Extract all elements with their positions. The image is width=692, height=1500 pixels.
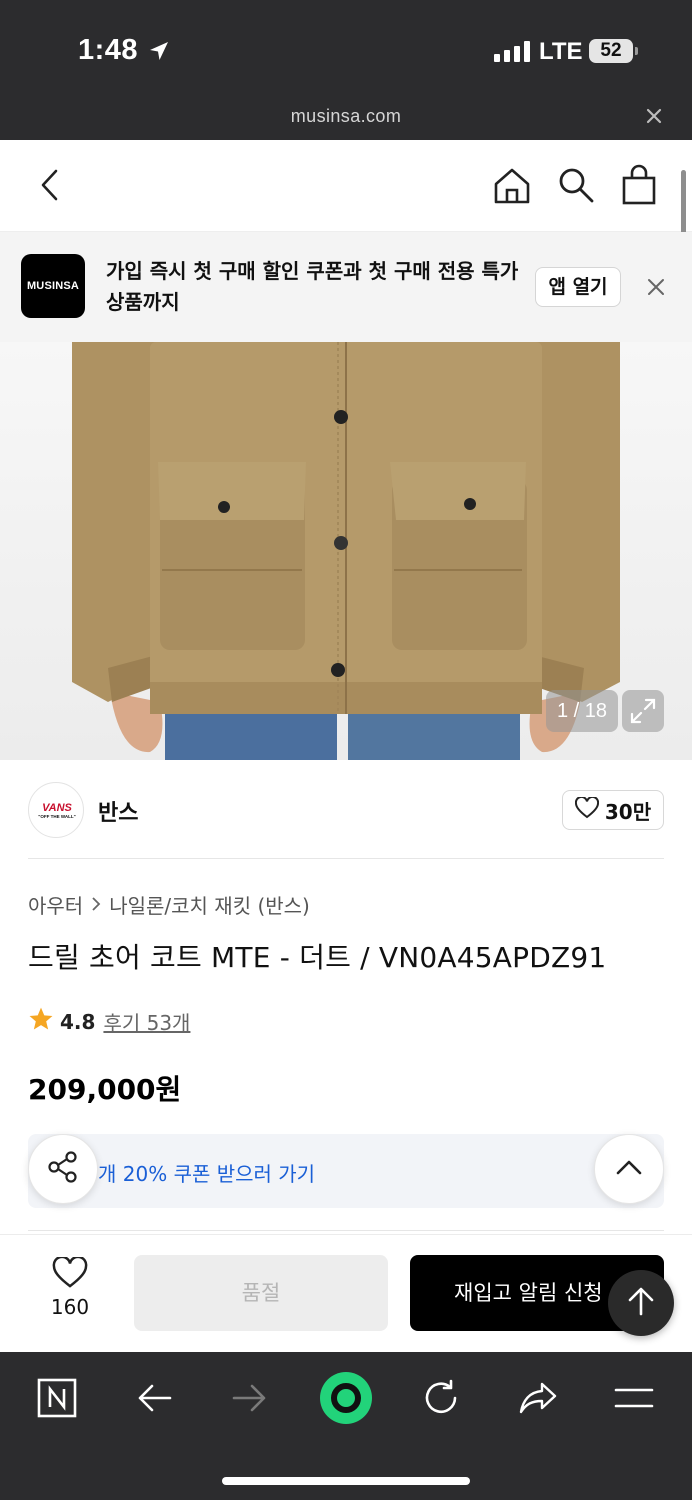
brand-logo-text: VANS: [42, 802, 72, 814]
status-bar: 1:48 LTE 52: [0, 0, 692, 98]
site-header: [0, 140, 692, 232]
close-icon[interactable]: [646, 277, 666, 301]
wishlist-count: 160: [50, 1295, 90, 1319]
chevron-right-icon: [89, 893, 103, 917]
brand-logo-sub: "OFF THE WALL": [38, 814, 76, 819]
brand-name[interactable]: 반스: [98, 795, 138, 827]
brand-like-count: 30만: [604, 799, 652, 824]
menu-icon[interactable]: [604, 1372, 664, 1424]
breadcrumb-item[interactable]: 아우터: [28, 890, 83, 919]
sold-out-button: 품절: [134, 1255, 388, 1331]
wishlist-button[interactable]: 160: [36, 1255, 104, 1319]
brand-logo[interactable]: VANS "OFF THE WALL": [28, 782, 84, 838]
battery-indicator: 52: [589, 39, 638, 63]
share-arrow-icon[interactable]: [508, 1372, 568, 1424]
heart-icon: [52, 1255, 88, 1293]
heart-icon: [574, 795, 599, 824]
open-app-button[interactable]: 앱 열기: [535, 267, 621, 307]
browser-url-bar[interactable]: musinsa.com: [0, 98, 692, 140]
product-rating[interactable]: 4.8 후기 53개: [28, 1006, 190, 1037]
product-title: 드릴 초어 코트 MTE - 더트 / VN0A45APDZ91: [28, 941, 607, 974]
home-icon[interactable]: [492, 166, 532, 210]
location-arrow-icon: [148, 40, 170, 66]
expand-icon[interactable]: [622, 690, 664, 732]
breadcrumb-item[interactable]: 나일론/코치 재킷 (반스): [109, 890, 310, 919]
gallery-pager: 1 / 18: [546, 690, 618, 732]
bag-icon[interactable]: [621, 164, 657, 210]
back-arrow-icon[interactable]: [124, 1372, 184, 1424]
star-icon: [28, 1006, 54, 1037]
coupon-banner[interactable]: 개 20% 쿠폰 받으러 가기: [28, 1134, 664, 1208]
purchase-bar: 160 품절 재입고 알림 신청: [0, 1234, 692, 1352]
green-circle-icon[interactable]: [316, 1372, 376, 1424]
forward-arrow-icon: [220, 1372, 280, 1424]
tabs-n-icon[interactable]: [27, 1372, 87, 1424]
chevron-up-icon: [615, 1158, 643, 1180]
network-type: LTE: [539, 38, 583, 65]
brand-row[interactable]: VANS "OFF THE WALL" 반스 30만: [28, 782, 664, 838]
back-chevron-icon[interactable]: [36, 168, 64, 206]
review-link[interactable]: 후기 53개: [103, 1007, 190, 1036]
breadcrumb: 아우터 나일론/코치 재킷 (반스): [28, 890, 310, 919]
banner-message: 가입 즉시 첫 구매 할인 쿠폰과 첫 구매 전용 특가 상품까지: [106, 259, 519, 314]
divider: [28, 1230, 664, 1231]
signal-icon: [494, 40, 530, 62]
product-price: 209,000원: [28, 1073, 182, 1106]
url-text[interactable]: musinsa.com: [0, 106, 692, 127]
reload-icon[interactable]: [411, 1372, 471, 1424]
scroll-top-button[interactable]: [608, 1270, 674, 1336]
share-icon: [46, 1150, 80, 1188]
close-icon[interactable]: [644, 106, 664, 130]
app-install-banner[interactable]: MUSINSA 가입 즉시 첫 구매 할인 쿠폰과 첫 구매 전용 특가 상품까…: [0, 232, 692, 342]
divider: [28, 858, 664, 859]
share-button[interactable]: [28, 1134, 98, 1204]
musinsa-logo: MUSINSA: [21, 254, 85, 318]
status-time: 1:48: [78, 34, 139, 66]
home-indicator: [222, 1477, 470, 1485]
collapse-button[interactable]: [594, 1134, 664, 1204]
rating-score: 4.8: [60, 1009, 96, 1034]
arrow-up-icon: [626, 1285, 656, 1321]
brand-like-button[interactable]: 30만: [562, 790, 664, 830]
coupon-text[interactable]: 개 20% 쿠폰 받으러 가기: [98, 1158, 315, 1187]
search-icon[interactable]: [557, 166, 595, 208]
